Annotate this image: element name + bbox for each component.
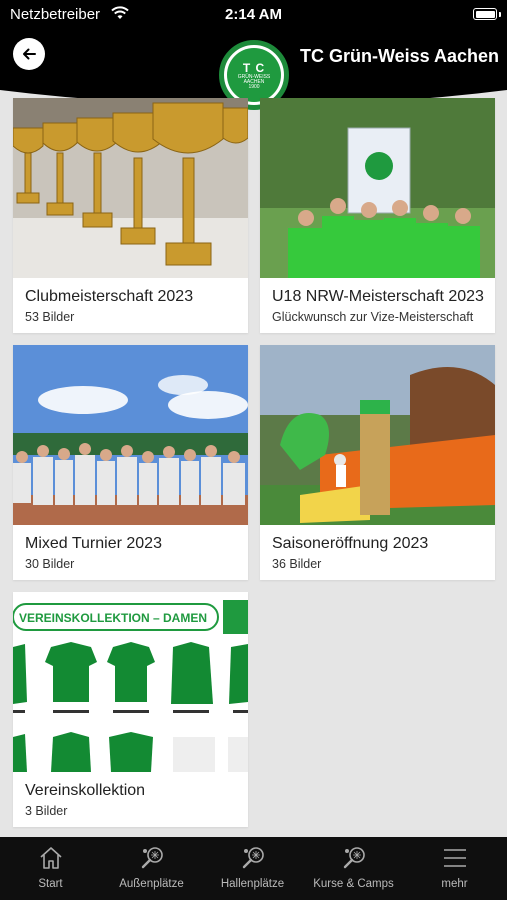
album-title: Vereinskollektion (25, 782, 146, 799)
tennis-racket-icon (242, 847, 264, 869)
album-subtitle: 53 Bilder (25, 310, 75, 324)
collection-banner-text: VEREINSKOLLEKTION – DAMEN (19, 611, 207, 625)
album-title: Mixed Turnier 2023 (25, 535, 162, 552)
battery-tip (499, 12, 501, 17)
collection-flyer: VEREINSKOLLEKTION – DAMEN (13, 592, 248, 772)
club-title: TC Grün-Weiss Aachen (300, 46, 500, 66)
home-icon (39, 847, 62, 869)
album-subtitle: 3 Bilder (25, 804, 68, 818)
album-title: Saisoneröffnung 2023 (272, 535, 429, 552)
team-photo (260, 98, 495, 278)
album-card-saisoneroeffnung[interactable]: Saisoneröffnung 2023 36 Bilder (260, 345, 495, 580)
tab-label: Außenplätze (119, 878, 184, 890)
trophies-photo (13, 98, 248, 278)
tab-hallenplaetze[interactable]: Hallenplätze (202, 837, 303, 900)
status-bar: Netzbetreiber 2:14 AM (0, 0, 507, 30)
tab-label: mehr (441, 878, 468, 890)
clock: 2:14 AM (225, 6, 282, 23)
tab-label: Start (38, 878, 63, 890)
album-photo (13, 98, 248, 278)
album-photo (13, 345, 248, 525)
tab-aussenplaetze[interactable]: Außenplätze (101, 837, 202, 900)
menu-icon (443, 849, 466, 867)
tennis-racket-icon (343, 847, 365, 869)
tennis-racket-icon (141, 847, 163, 869)
album-photo: VEREINSKOLLEKTION – DAMEN (13, 592, 248, 772)
album-subtitle: 30 Bilder (25, 557, 75, 571)
tab-label: Kurse & Camps (313, 878, 394, 890)
album-card-u18-nrw[interactable]: U18 NRW-Meisterschaft 2023 Glückwunsch z… (260, 98, 495, 333)
tab-start[interactable]: Start (0, 837, 101, 900)
album-card-clubmeisterschaft[interactable]: Clubmeisterschaft 2023 53 Bilder (13, 98, 248, 333)
album-photo (260, 345, 495, 525)
album-subtitle: 36 Bilder (272, 557, 322, 571)
bouncy-castle-photo (260, 345, 495, 525)
album-subtitle: Glückwunsch zur Vize-Meisterschaft (272, 310, 474, 324)
bottom-tab-bar: Start Außenplätze Hallenplätze Kurse & C… (0, 837, 507, 900)
album-card-vereinskollektion[interactable]: VEREINSKOLLEKTION – DAMEN Vereinskollekt… (13, 592, 248, 827)
album-title: U18 NRW-Meisterschaft 2023 (272, 288, 484, 305)
logo-letters: T C (242, 60, 266, 75)
arrow-left-icon (23, 48, 36, 60)
album-photo (260, 98, 495, 278)
group-photo (13, 345, 248, 525)
tab-label: Hallenplätze (220, 878, 285, 890)
back-button[interactable] (13, 38, 45, 70)
tab-kurse-camps[interactable]: Kurse & Camps (303, 837, 404, 900)
logo-year: 1900 (248, 83, 260, 90)
album-card-mixed-turnier[interactable]: Mixed Turnier 2023 30 Bilder (13, 345, 248, 580)
battery-icon (473, 8, 497, 20)
tab-mehr[interactable]: mehr (404, 837, 505, 900)
album-title: Clubmeisterschaft 2023 (25, 288, 194, 305)
